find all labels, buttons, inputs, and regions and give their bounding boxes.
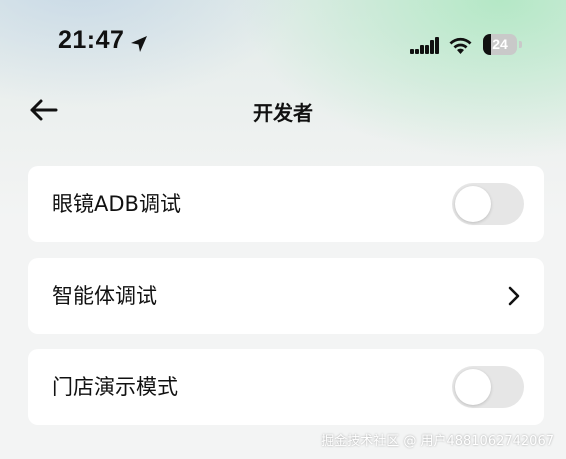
wifi-icon <box>449 37 472 54</box>
chevron-right-icon <box>508 286 520 306</box>
battery-cap <box>519 41 522 48</box>
store-demo-toggle[interactable] <box>452 366 524 408</box>
toggle-knob <box>455 369 491 405</box>
store-demo-label: 门店演示模式 <box>52 375 178 399</box>
agent-debug-row[interactable]: 智能体调试 <box>28 258 544 334</box>
location-arrow-icon <box>131 36 147 52</box>
watermark: 掘金技术社区 @ 用户4881062742067 <box>321 434 554 449</box>
adb-debug-row[interactable]: 眼镜ADB调试 <box>28 166 544 242</box>
toggle-knob <box>455 186 491 222</box>
store-demo-row[interactable]: 门店演示模式 <box>28 349 544 425</box>
adb-debug-toggle[interactable] <box>452 183 524 225</box>
status-time: 21:47 <box>58 26 125 54</box>
agent-debug-label: 智能体调试 <box>52 284 157 308</box>
adb-debug-label: 眼镜ADB调试 <box>52 192 181 216</box>
battery-icon: 24 <box>483 34 517 55</box>
battery-level-text: 24 <box>492 36 508 52</box>
cellular-signal-icon <box>410 37 439 54</box>
page-title: 开发者 <box>253 101 313 125</box>
